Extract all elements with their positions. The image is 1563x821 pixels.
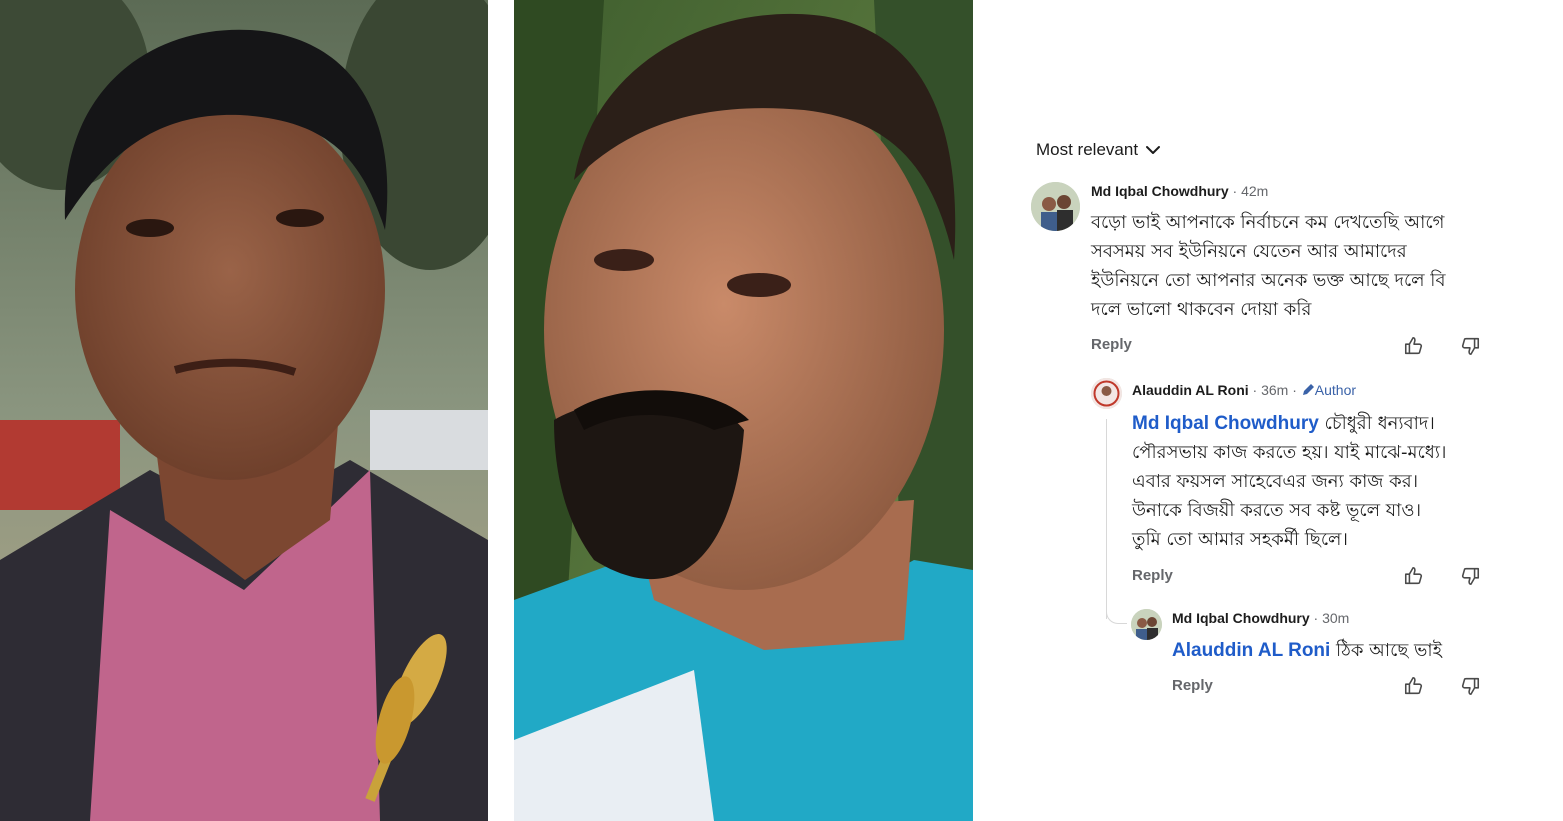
- left-portrait-photo: [0, 0, 488, 821]
- avatar[interactable]: [1131, 609, 1162, 640]
- mention-link[interactable]: Md Iqbal Chowdhury: [1132, 413, 1319, 434]
- comment-timestamp: · 36m ·: [1252, 382, 1297, 398]
- comment-author[interactable]: Alauddin AL Roni · 36m · Author: [1132, 382, 1356, 398]
- comment-text: Md Iqbal Chowdhury চৌধুরী ধন্যবাদ। পৌরসভ…: [1132, 413, 1447, 550]
- comment-text: Alauddin AL Roni ঠিক আছে ভাই: [1172, 640, 1442, 661]
- avatar[interactable]: [1091, 378, 1122, 409]
- thumbs-up-icon[interactable]: [1403, 565, 1425, 587]
- comment-timestamp: · 30m: [1313, 610, 1350, 626]
- reply-button[interactable]: Reply: [1172, 677, 1213, 694]
- pencil-icon: [1302, 384, 1314, 395]
- thumbs-up-icon[interactable]: [1403, 335, 1425, 357]
- chevron-down-icon: [1146, 146, 1161, 154]
- right-portrait-photo: [514, 0, 973, 821]
- comments-panel: Most relevant Md Iqbal Chowdhury · 42m ব…: [1015, 124, 1501, 702]
- thumbs-down-icon[interactable]: [1459, 565, 1481, 587]
- thumbs-down-icon[interactable]: [1459, 675, 1481, 697]
- mention-link[interactable]: Alauddin AL Roni: [1172, 640, 1330, 661]
- thumbs-down-icon[interactable]: [1459, 335, 1481, 357]
- comment-author[interactable]: Md Iqbal Chowdhury · 42m: [1091, 183, 1268, 199]
- avatar[interactable]: [1031, 182, 1080, 231]
- sort-dropdown[interactable]: Most relevant: [1036, 140, 1162, 160]
- comment-timestamp: · 42m: [1232, 183, 1269, 199]
- comment-author[interactable]: Md Iqbal Chowdhury · 30m: [1172, 610, 1349, 626]
- sort-label: Most relevant: [1036, 140, 1139, 159]
- thread-line: [1106, 419, 1107, 619]
- reply-button[interactable]: Reply: [1132, 567, 1173, 584]
- thumbs-up-icon[interactable]: [1403, 675, 1425, 697]
- comment-text: বড়ো ভাই আপনাকে নির্বাচনে কম দেখতেছি আগে…: [1091, 212, 1446, 320]
- author-badge: Author: [1314, 382, 1357, 398]
- thread-line: [1106, 599, 1127, 624]
- reply-button[interactable]: Reply: [1091, 336, 1132, 353]
